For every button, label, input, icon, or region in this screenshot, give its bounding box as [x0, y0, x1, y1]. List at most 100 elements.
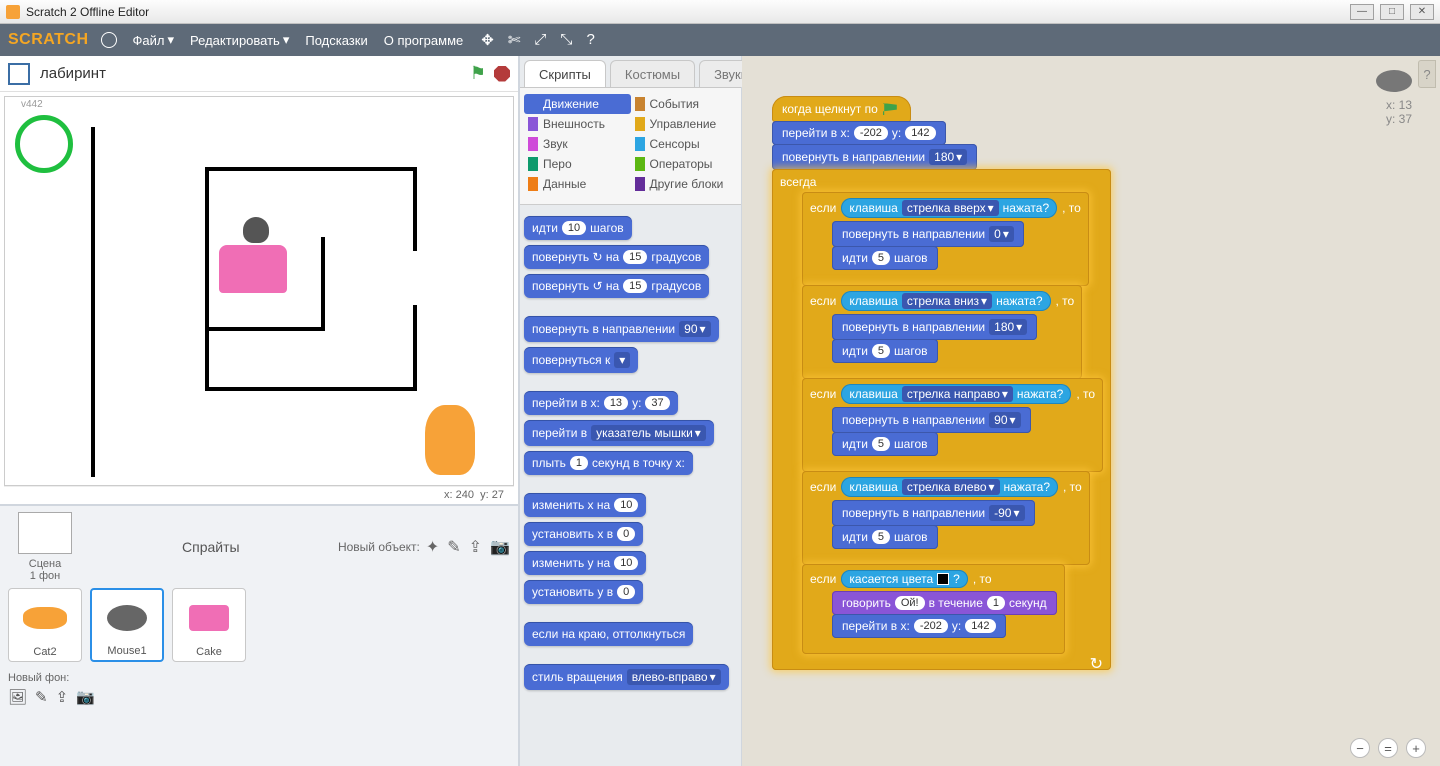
help-icon[interactable]: ? — [586, 31, 594, 49]
stage-corner-label: v442 — [21, 99, 43, 110]
zoom-out-icon[interactable]: − — [1350, 738, 1370, 758]
cat-pen[interactable]: Перо — [524, 154, 631, 174]
cat-events[interactable]: События — [631, 94, 738, 114]
block-goto-obj[interactable]: перейти вуказатель мышки▾ — [524, 420, 714, 446]
block-if-touch-color[interactable]: есликасается цвета?, то говоритьОй!в теч… — [802, 564, 1065, 654]
menu-edit[interactable]: Редактировать▾ — [190, 32, 289, 48]
block-key-up: клавишастрелка вверх▾нажата? — [841, 198, 1057, 218]
fullscreen-icon[interactable] — [8, 63, 30, 85]
block-when-flag[interactable]: когда щелкнут по — [772, 96, 911, 122]
sprite-pane: Сцена 1 фон Спрайты Новый объект: ✦ ✎ ⇪ … — [0, 504, 518, 766]
close-button[interactable]: ✕ — [1410, 4, 1434, 20]
block-if-down[interactable]: есликлавишастрелка вниз▾нажата?, то пове… — [802, 285, 1082, 379]
cat-more[interactable]: Другие блоки — [631, 174, 738, 194]
stage-cat — [425, 405, 475, 475]
tab-scripts[interactable]: Скрипты — [524, 60, 606, 87]
block-goto-start[interactable]: перейти в x:-202y:142 — [772, 121, 946, 145]
cat-operators[interactable]: Операторы — [631, 154, 738, 174]
sprite-thumb-cake[interactable]: Cake — [172, 588, 246, 662]
left-column: лабиринт ⚑ v442 x: 240 y: 27 — [0, 56, 520, 766]
cat-sensing[interactable]: Сенсоры — [631, 134, 738, 154]
language-icon[interactable] — [101, 32, 117, 48]
cat-data[interactable]: Данные — [524, 174, 631, 194]
choose-backdrop-icon[interactable]: 🖼 — [8, 688, 27, 706]
block-turn-ccw[interactable]: повернуть ↺ на15градусов — [524, 274, 709, 298]
block-move[interactable]: идти10шагов — [524, 216, 632, 240]
script-stack[interactable]: когда щелкнут по перейти в x:-202y:142 п… — [772, 96, 1111, 670]
cat-motion[interactable]: Движение — [524, 94, 631, 114]
stage-footer: x: 240 y: 27 — [4, 486, 514, 504]
camera-backdrop-icon[interactable]: 📷 — [76, 688, 95, 706]
script-area[interactable]: ? x: 13 y: 37 когда щелкнут по перейти в… — [742, 56, 1440, 766]
minimize-button[interactable]: — — [1350, 4, 1374, 20]
block-if-left[interactable]: есликлавишастрелка влево▾нажата?, то пов… — [802, 471, 1090, 565]
cat-control[interactable]: Управление — [631, 114, 738, 134]
paint-backdrop-icon[interactable]: ✎ — [35, 688, 48, 706]
cut-icon[interactable]: ✄ — [508, 31, 521, 49]
sprites-label: Спрайты — [182, 539, 240, 555]
block-palette: Скрипты Костюмы Звуки Движение События В… — [520, 56, 742, 766]
menu-file[interactable]: Файл▾ — [133, 32, 175, 48]
block-point-dir[interactable]: повернуть в направлении90▾ — [524, 316, 719, 342]
block-point-to[interactable]: повернуться к▾ — [524, 347, 638, 373]
block-change-x[interactable]: изменить x на10 — [524, 493, 646, 517]
sprite-thumb-cat2[interactable]: Cat2 — [8, 588, 82, 662]
block-turn-cw[interactable]: повернуть ↻ на15градусов — [524, 245, 709, 269]
app-icon — [6, 5, 20, 19]
maze-wall — [321, 237, 325, 331]
stamp-icon[interactable]: ✥ — [481, 31, 494, 49]
zoom-controls: − = + — [1350, 738, 1426, 758]
stage-green-circle — [15, 115, 73, 173]
menu-about[interactable]: О программе — [384, 33, 464, 48]
block-change-y[interactable]: изменить y на10 — [524, 551, 646, 575]
cat-looks[interactable]: Внешность — [524, 114, 631, 134]
project-title[interactable]: лабиринт — [40, 65, 106, 82]
block-if-up[interactable]: есликлавишастрелка вверх▾нажата?, то пов… — [802, 192, 1089, 286]
stage-header: лабиринт ⚑ — [0, 56, 518, 92]
maze-wall — [205, 167, 209, 391]
tab-costumes[interactable]: Костюмы — [610, 60, 695, 87]
maze-wall — [205, 387, 417, 391]
new-backdrop-label: Новый фон: 🖼 ✎ ⇪ 📷 — [8, 672, 510, 706]
stop-icon[interactable] — [494, 66, 510, 82]
maze-wall — [413, 167, 417, 251]
block-forever[interactable]: всегда есликлавишастрелка вверх▾нажата?,… — [772, 169, 1111, 670]
flag-icon — [883, 103, 897, 115]
block-goto-xy[interactable]: перейти в x:13y:37 — [524, 391, 678, 415]
maximize-button[interactable]: □ — [1380, 4, 1404, 20]
maze-wall — [205, 327, 325, 331]
menubar: SCRATCH Файл▾ Редактировать▾ Подсказки О… — [0, 24, 1440, 56]
stage-mouse — [243, 217, 269, 243]
block-set-y[interactable]: установить y в0 — [524, 580, 643, 604]
sprite-info: x: 13 y: 37 — [1376, 70, 1412, 126]
paint-sprite-icon[interactable]: ✎ — [447, 537, 460, 557]
new-sprite-label: Новый объект: — [338, 540, 420, 554]
stage-thumbnail[interactable]: Сцена 1 фон — [8, 512, 82, 582]
menu-tips[interactable]: Подсказки — [305, 33, 367, 48]
green-flag-icon[interactable]: ⚑ — [470, 63, 486, 84]
block-point-start[interactable]: повернуть в направлении180▾ — [772, 144, 977, 170]
stage[interactable]: v442 — [4, 96, 514, 486]
choose-sprite-icon[interactable]: ✦ — [426, 537, 439, 557]
shrink-icon[interactable]: ⤡ — [560, 31, 572, 49]
help-tab-icon[interactable]: ? — [1418, 60, 1436, 88]
block-if-right[interactable]: есликлавишастрелка направо▾нажата?, то п… — [802, 378, 1103, 472]
block-rotmode[interactable]: стиль вращениявлево-вправо▾ — [524, 664, 729, 690]
upload-sprite-icon[interactable]: ⇪ — [469, 537, 482, 557]
camera-sprite-icon[interactable]: 📷 — [490, 537, 510, 557]
block-bounce[interactable]: если на краю, оттолкнуться — [524, 622, 693, 646]
os-titlebar: Scratch 2 Offline Editor — □ ✕ — [0, 0, 1440, 24]
block-set-x[interactable]: установить x в0 — [524, 522, 643, 546]
upload-backdrop-icon[interactable]: ⇪ — [56, 688, 69, 706]
block-say: говоритьОй!в течение1секунд — [832, 591, 1057, 615]
block-glide[interactable]: плыть1секунд в точку x: — [524, 451, 693, 475]
grow-icon[interactable]: ⤢ — [534, 31, 546, 49]
scratch-logo[interactable]: SCRATCH — [8, 31, 89, 49]
zoom-in-icon[interactable]: + — [1406, 738, 1426, 758]
block-list[interactable]: идти10шагов повернуть ↻ на15градусов пов… — [520, 205, 741, 766]
zoom-reset-icon[interactable]: = — [1378, 738, 1398, 758]
cat-sound[interactable]: Звук — [524, 134, 631, 154]
maze-wall — [91, 127, 95, 477]
sprite-thumb-mouse1[interactable]: Mouse1 — [90, 588, 164, 662]
stage-cake — [219, 245, 287, 293]
